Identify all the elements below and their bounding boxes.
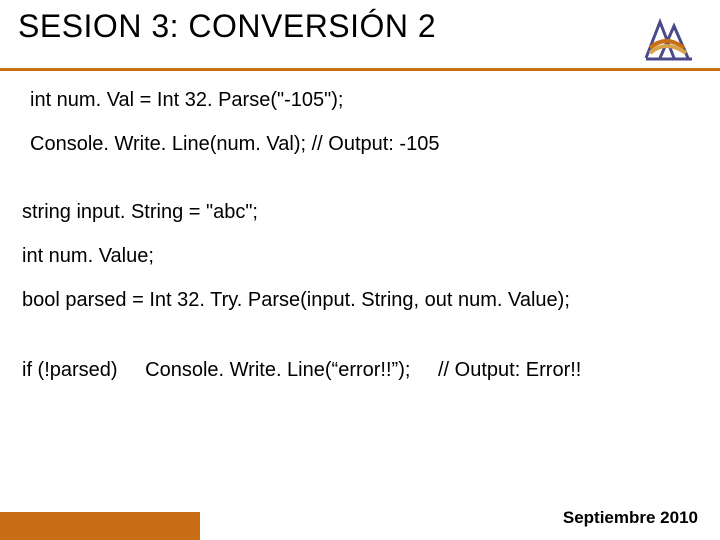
code-line: bool parsed = Int 32. Try. Parse(input. … xyxy=(22,287,700,313)
slide-footer: Septiembre 2010 xyxy=(0,508,720,540)
logo-icon xyxy=(640,8,702,64)
code-segment: // Output: Error!! xyxy=(438,357,581,383)
code-line: string input. String = "abc"; xyxy=(22,199,700,225)
code-segment: if (!parsed) xyxy=(22,357,118,383)
footer-date: Septiembre 2010 xyxy=(563,508,698,528)
code-segment: Console. Write. Line(“error!!”); xyxy=(145,357,410,383)
slide-header: SESION 3: CONVERSIÓN 2 xyxy=(0,0,720,71)
accent-bar xyxy=(0,512,200,540)
code-line: Console. Write. Line(num. Val); // Outpu… xyxy=(30,131,700,157)
code-line: if (!parsed) Console. Write. Line(“error… xyxy=(22,357,700,383)
code-line: int num. Val = Int 32. Parse("-105"); xyxy=(30,87,700,113)
slide-body: int num. Val = Int 32. Parse("-105"); Co… xyxy=(0,71,720,383)
code-line: int num. Value; xyxy=(22,243,700,269)
slide-title: SESION 3: CONVERSIÓN 2 xyxy=(18,8,436,45)
